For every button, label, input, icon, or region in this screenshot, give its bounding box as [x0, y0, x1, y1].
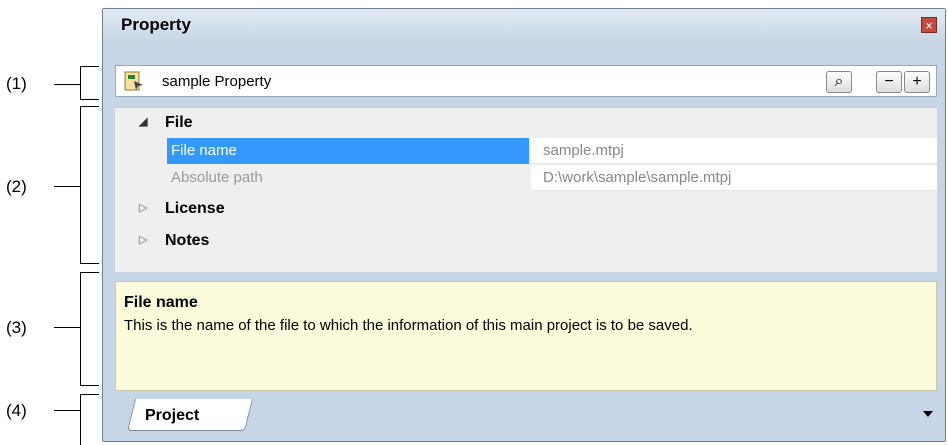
- close-icon[interactable]: ×: [921, 17, 937, 33]
- callout-4-bracket: [80, 394, 99, 445]
- callout-2-line: [54, 186, 80, 187]
- search-button[interactable]: ⌕: [826, 71, 852, 93]
- callout-4-line: [54, 410, 80, 411]
- toolbar-title: sample Property: [162, 73, 272, 90]
- description-area: File name This is the name of the file t…: [115, 281, 937, 391]
- tab-label[interactable]: Project: [145, 407, 199, 425]
- category-row-notes[interactable]: ▷ Notes: [115, 228, 937, 254]
- property-value[interactable]: sample.mtpj: [531, 138, 937, 164]
- callout-label: (1): [6, 74, 27, 93]
- collapsed-arrow-icon[interactable]: ▷: [139, 233, 147, 246]
- property-panel: Property × sample Property ⌕ − + ◢ File …: [102, 8, 946, 442]
- property-grid: ◢ File File name sample.mtpj Absolute pa…: [115, 107, 937, 272]
- category-label: License: [165, 200, 225, 217]
- category-row-file[interactable]: ◢ File: [115, 110, 937, 136]
- collapse-all-button[interactable]: −: [876, 71, 902, 93]
- category-label: File: [165, 114, 193, 131]
- description-title: File name: [124, 294, 198, 311]
- panel-title-bar[interactable]: Property ×: [103, 9, 945, 41]
- property-value[interactable]: D:\work\sample\sample.mtpj: [531, 165, 937, 191]
- collapsed-arrow-icon[interactable]: ▷: [139, 201, 147, 214]
- property-name[interactable]: File name: [167, 138, 529, 164]
- expand-all-button[interactable]: +: [904, 71, 930, 93]
- property-name[interactable]: Absolute path: [167, 165, 529, 191]
- property-row[interactable]: File name sample.mtpj: [115, 138, 937, 164]
- expanded-arrow-icon[interactable]: ◢: [139, 115, 147, 128]
- property-row[interactable]: Absolute path D:\work\sample\sample.mtpj: [115, 165, 937, 191]
- callout-2-bracket: [80, 106, 99, 264]
- category-row-license[interactable]: ▷ License: [115, 196, 937, 222]
- tab-dropdown-icon[interactable]: [923, 411, 933, 417]
- tab-bar: Project: [115, 399, 937, 431]
- callout-label: (4): [6, 401, 27, 420]
- callout-1-line: [54, 84, 80, 85]
- category-label: Notes: [165, 232, 210, 249]
- callout-label: (3): [6, 318, 27, 337]
- callout-3-line: [54, 327, 80, 328]
- description-text: This is the name of the file to which th…: [124, 317, 693, 334]
- property-toolbar: sample Property ⌕ − +: [115, 65, 937, 97]
- panel-title: Property: [121, 15, 191, 34]
- callout-1-bracket: [80, 66, 99, 100]
- callout-3-bracket: [80, 272, 99, 386]
- callout-label: (2): [6, 177, 27, 196]
- project-icon: [124, 71, 143, 91]
